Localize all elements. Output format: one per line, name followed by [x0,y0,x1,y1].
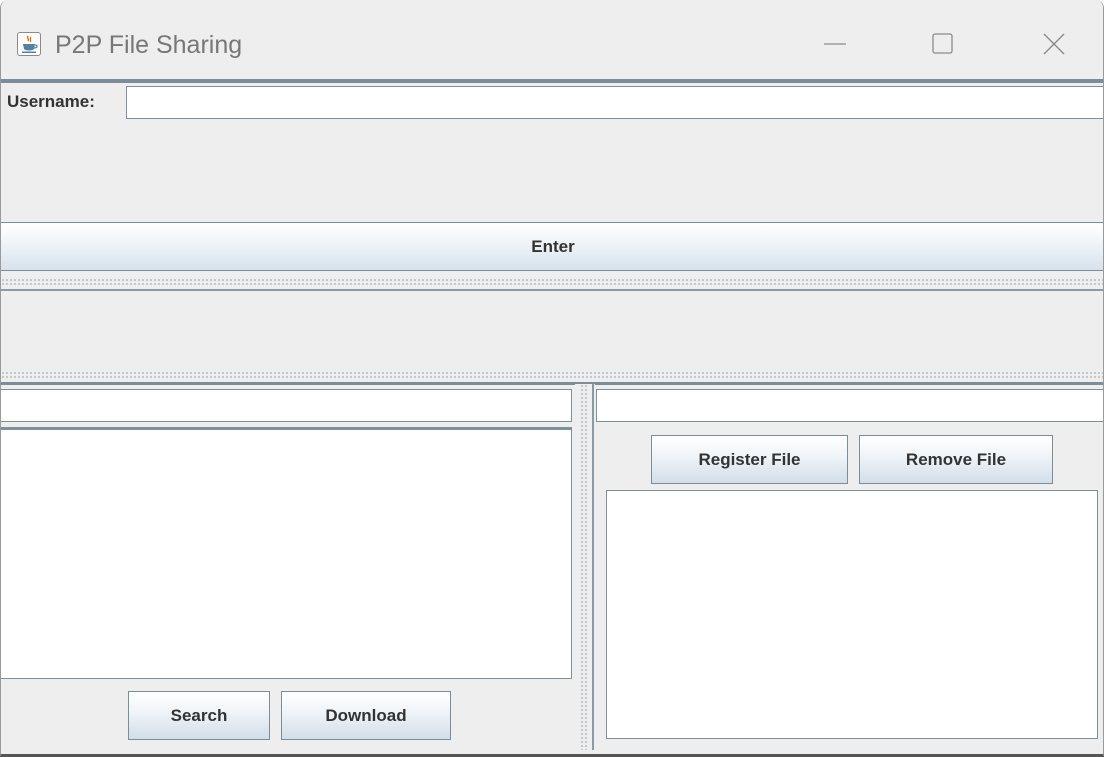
maximize-button[interactable] [913,22,973,66]
divider-line [592,384,594,750]
file-path-input[interactable] [596,389,1103,422]
maximize-icon [932,33,953,54]
remove-file-button[interactable]: Remove File [859,435,1053,484]
title-bar: P2P File Sharing [1,0,1103,80]
close-icon [1043,33,1065,55]
divider-grip [580,384,589,750]
app-window: P2P File Sharing Username: Enter Search … [0,0,1104,757]
minimize-icon [824,43,846,45]
divider-line [1,382,1103,385]
divider-line [1,289,1103,291]
search-results-list[interactable] [1,427,572,679]
download-button[interactable]: Download [281,691,451,740]
username-label: Username: [7,92,95,111]
register-file-button[interactable]: Register File [651,435,848,484]
enter-button[interactable]: Enter [1,222,1103,271]
window-title: P2P File Sharing [55,31,243,59]
username-input[interactable] [126,86,1103,119]
divider-grip [1,278,1103,287]
split-divider-top[interactable] [1,273,1103,291]
split-divider-vertical[interactable] [575,384,595,750]
search-button[interactable]: Search [128,691,270,740]
minimize-button[interactable] [806,22,866,66]
split-divider-middle[interactable] [1,366,1103,385]
search-input[interactable] [1,389,572,422]
registered-files-list[interactable] [606,490,1098,739]
divider-grip [1,371,1103,380]
title-separator [1,79,1103,83]
java-cup-icon[interactable] [17,32,41,56]
close-button[interactable] [1025,22,1085,66]
